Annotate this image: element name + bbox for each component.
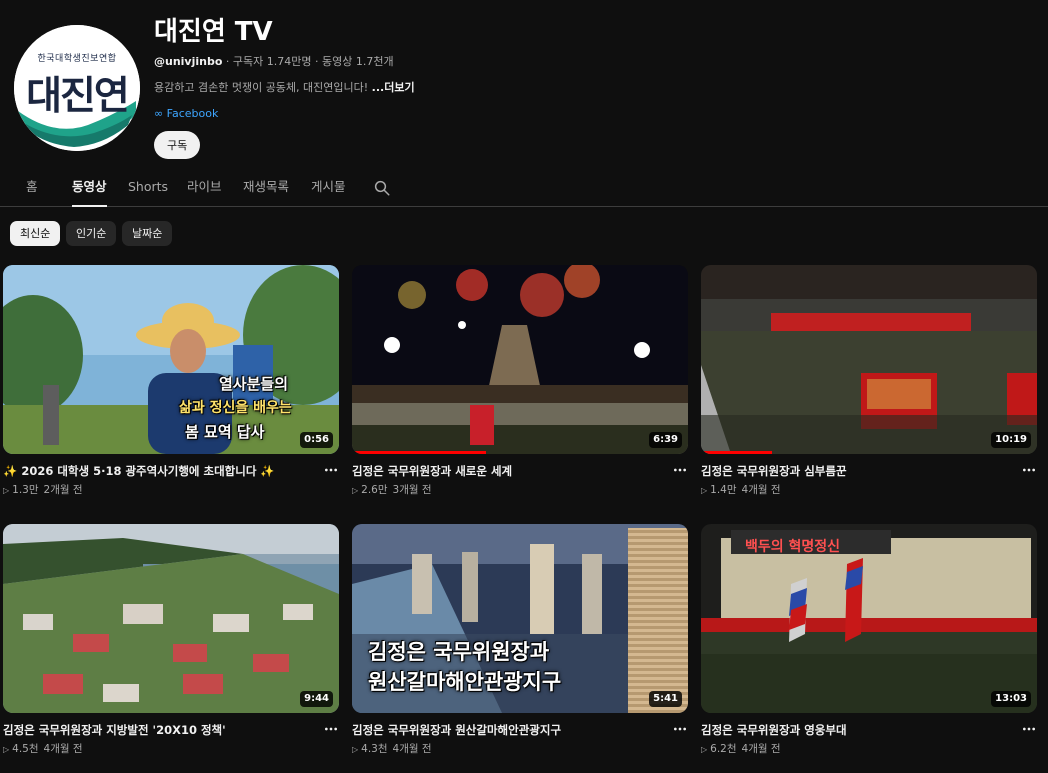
video-card[interactable]: 김정은 국무위원장과 원산갈마해안관광지구 5:41 김정은 국무위원장과 원산…: [352, 524, 688, 756]
facebook-link[interactable]: Facebook: [167, 107, 219, 120]
duration-badge: 10:19: [991, 432, 1031, 448]
video-meta: ▷ 2.6만 3개월 전: [352, 483, 688, 497]
thumbnail-image: [3, 524, 339, 713]
avatar-logo-text: 대진연: [26, 74, 130, 119]
channel-handle: @univjinbo: [154, 55, 223, 68]
tab-playlists[interactable]: 재생목록: [243, 168, 289, 206]
view-count: 4.5천: [12, 743, 39, 755]
upload-date: 4개월 전: [741, 484, 781, 496]
video-thumbnail[interactable]: 백두의 혁명정신 13:03: [701, 524, 1037, 713]
upload-date: 4개월 전: [741, 743, 781, 755]
duration-badge: 6:39: [649, 432, 682, 448]
chip-oldest[interactable]: 날짜순: [122, 221, 173, 246]
duration-badge: 9:44: [300, 691, 333, 707]
tab-live[interactable]: 라이브: [187, 168, 222, 206]
chip-latest[interactable]: 최신순: [10, 221, 61, 246]
search-icon[interactable]: [373, 179, 391, 197]
channel-tabs: 홈 동영상 Shorts 라이브 재생목록 게시물: [0, 168, 1048, 207]
avatar-subtitle: 한국대학생진보연합: [37, 54, 117, 64]
video-card[interactable]: 10:19 김정은 국무위원장과 심부름꾼 ▷ 1.4만 4개월 전: [701, 265, 1037, 497]
overlay-line: 삶과 정신을 배우는: [179, 400, 292, 416]
overlay-line: 김정은 국무위원장과: [368, 640, 550, 664]
video-card[interactable]: 6:39 김정은 국무위원장과 새로운 세계 ▷ 2.6만 3개월 전: [352, 265, 688, 497]
channel-description[interactable]: 용감하고 겸손한 멋쟁이 공동체, 대진연입니다! ...더보기: [154, 80, 1034, 96]
subscribe-button[interactable]: 구독: [154, 131, 201, 159]
chip-popular[interactable]: 인기순: [66, 221, 117, 246]
watch-progress: [701, 451, 772, 454]
thumbnail-image: [3, 265, 339, 454]
more-vert-icon[interactable]: [323, 462, 339, 478]
video-thumbnail[interactable]: 6:39: [352, 265, 688, 454]
channel-meta: @univjinbo · 구독자 1.74만명 · 동영상 1.7천개: [154, 54, 1034, 70]
channel-info: 대진연 TV @univjinbo · 구독자 1.74만명 · 동영상 1.7…: [154, 14, 1034, 122]
play-icon: ▷: [701, 745, 708, 754]
video-thumbnail[interactable]: 열사분들의 삶과 정신을 배우는 봄 묘역 답사 0:56: [3, 265, 339, 454]
upload-date: 3개월 전: [392, 484, 432, 496]
video-meta: ▷ 1.4만 4개월 전: [701, 483, 1037, 497]
thumbnail-image: [352, 265, 688, 454]
overlay-line: 원산갈마해안관광지구: [368, 670, 562, 694]
video-card[interactable]: 9:44 김정은 국무위원장과 지방발전 '20X10 정책' ▷ 4.5천 4개월…: [3, 524, 339, 756]
duration-badge: 5:41: [649, 691, 682, 707]
video-title[interactable]: 김정은 국무위원장과 새로운 세계: [352, 463, 668, 479]
duration-badge: 13:03: [991, 691, 1031, 707]
overlay-line: 백두의 혁명정신: [745, 539, 841, 555]
video-title[interactable]: ✨ 2026 대학생 5·18 광주역사기행에 초대합니다 ✨: [3, 463, 319, 479]
play-icon: ▷: [352, 745, 359, 754]
video-card[interactable]: 백두의 혁명정신 13:03 김정은 국무위원장과 영웅부대 ▷ 6.2천 4개월 …: [701, 524, 1037, 756]
video-card[interactable]: 열사분들의 삶과 정신을 배우는 봄 묘역 답사 0:56 ✨ 2026 대학생…: [3, 265, 339, 497]
channel-title: 대진연 TV: [154, 17, 273, 47]
link-icon: ∞: [154, 107, 164, 120]
video-title[interactable]: 김정은 국무위원장과 영웅부대: [701, 722, 1017, 738]
video-title[interactable]: 김정은 국무위원장과 원산갈마해안관광지구: [352, 722, 668, 738]
upload-date: 2개월 전: [43, 484, 83, 496]
play-icon: ▷: [3, 486, 10, 495]
play-icon: ▷: [352, 486, 359, 495]
channel-avatar: 한국대학생진보연합 대진연: [14, 25, 140, 151]
view-count: 4.3천: [361, 743, 388, 755]
video-meta: ▷ 6.2천 4개월 전: [701, 742, 1037, 756]
video-meta: ▷ 4.3천 4개월 전: [352, 742, 688, 756]
view-count: 6.2천: [710, 743, 737, 755]
subscriber-count: 구독자 1.74만명: [232, 55, 312, 68]
view-count: 2.6만: [361, 484, 388, 496]
meta-separator: ·: [315, 55, 322, 68]
description-text: 용감하고 겸손한 멋쟁이 공동체, 대진연입니다!: [154, 81, 369, 94]
play-icon: ▷: [701, 486, 708, 495]
watch-progress: [352, 451, 487, 454]
video-thumbnail[interactable]: 10:19: [701, 265, 1037, 454]
view-count: 1.4만: [710, 484, 737, 496]
overlay-line: 열사분들의: [219, 375, 289, 393]
channel-link[interactable]: ∞ Facebook: [154, 106, 1034, 122]
play-icon: ▷: [3, 745, 10, 754]
tab-posts[interactable]: 게시물: [311, 168, 346, 206]
upload-date: 4개월 전: [43, 743, 83, 755]
tab-home[interactable]: 홈: [26, 168, 38, 206]
view-count: 1.3만: [12, 484, 39, 496]
more-vert-icon[interactable]: [672, 721, 688, 737]
video-meta: ▷ 4.5천 4개월 전: [3, 742, 339, 756]
overlay-line: 봄 묘역 답사: [185, 423, 265, 441]
video-thumbnail[interactable]: 9:44: [3, 524, 339, 713]
upload-date: 4개월 전: [392, 743, 432, 755]
meta-separator: ·: [225, 55, 233, 68]
video-thumbnail[interactable]: 김정은 국무위원장과 원산갈마해안관광지구 5:41: [352, 524, 688, 713]
more-vert-icon[interactable]: [323, 721, 339, 737]
video-meta: ▷ 1.3만 2개월 전: [3, 483, 339, 497]
tab-shorts[interactable]: Shorts: [128, 168, 168, 206]
thumbnail-image: [701, 265, 1037, 454]
duration-badge: 0:56: [300, 432, 333, 448]
tab-videos[interactable]: 동영상: [72, 168, 107, 207]
more-vert-icon[interactable]: [672, 462, 688, 478]
video-count: 동영상 1.7천개: [322, 55, 394, 68]
video-title[interactable]: 김정은 국무위원장과 지방발전 '20X10 정책': [3, 722, 319, 738]
more-button[interactable]: ...더보기: [372, 81, 415, 94]
more-vert-icon[interactable]: [1021, 721, 1037, 737]
video-title[interactable]: 김정은 국무위원장과 심부름꾼: [701, 463, 1017, 479]
more-vert-icon[interactable]: [1021, 462, 1037, 478]
